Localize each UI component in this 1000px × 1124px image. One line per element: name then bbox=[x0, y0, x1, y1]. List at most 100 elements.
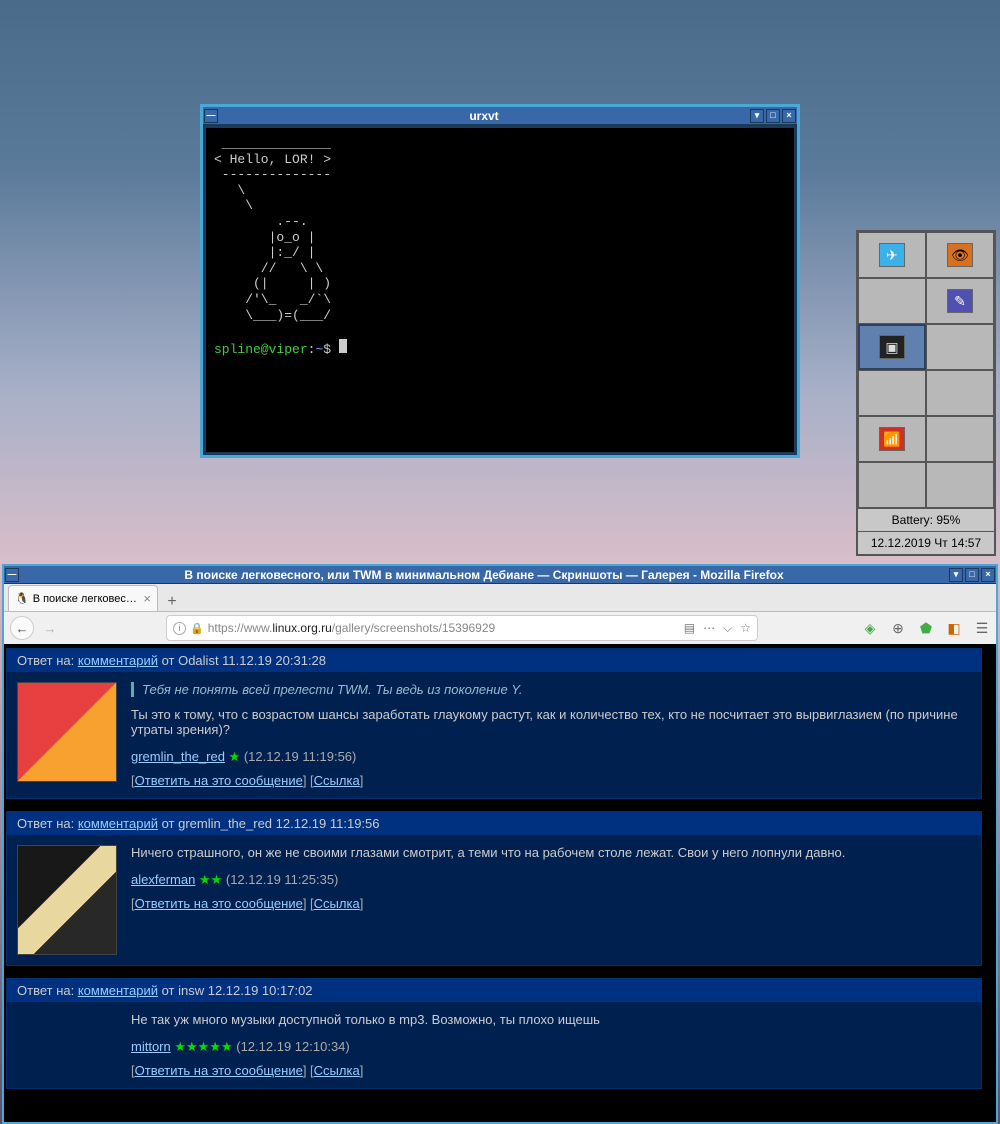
ext-4-icon[interactable]: ◧ bbox=[946, 620, 962, 636]
browser-tab[interactable]: 🐧 В поиске легковесного × bbox=[8, 585, 158, 611]
reply-meta: от gremlin_the_red 12.12.19 11:19:56 bbox=[158, 816, 380, 831]
forum-comment: Ответ на: комментарий от insw 12.12.19 1… bbox=[6, 978, 982, 1089]
tab-strip: 🐧 В поиске легковесного × + bbox=[4, 584, 996, 612]
comment-text: Ничего страшного, он же не своими глазам… bbox=[131, 845, 971, 860]
comment-text: Ты это к тому, что с возрастом шансы зар… bbox=[131, 707, 971, 737]
reply-to-link[interactable]: комментарий bbox=[78, 816, 158, 831]
url-text: https://www.linux.org.ru/gallery/screens… bbox=[208, 621, 680, 635]
pager-cell-1[interactable]: ✈ bbox=[858, 232, 926, 278]
dropdown-icon[interactable]: ▾ bbox=[750, 109, 764, 123]
forward-button[interactable]: → bbox=[38, 616, 62, 640]
prompt-user: spline@viper bbox=[214, 342, 308, 357]
back-button[interactable]: ← bbox=[10, 616, 34, 640]
avatar bbox=[17, 682, 117, 782]
ext-3-icon[interactable]: ⬟ bbox=[918, 620, 934, 636]
comment-header: Ответ на: комментарий от insw 12.12.19 1… bbox=[7, 979, 981, 1002]
pager-cell-7[interactable] bbox=[858, 370, 926, 416]
pager-cell-3[interactable] bbox=[858, 278, 926, 324]
pager-cell-9[interactable]: 📶 bbox=[858, 416, 926, 462]
favicon-icon: 🐧 bbox=[15, 592, 29, 605]
site-info-icon[interactable]: i bbox=[173, 622, 186, 635]
permalink[interactable]: Ссылка bbox=[314, 896, 360, 911]
terminal-window: — urxvt ▾ □ × ______________ < Hello, LO… bbox=[200, 104, 800, 458]
clock: 12.12.2019 Чт 14:57 bbox=[858, 531, 994, 554]
maximize-icon[interactable]: □ bbox=[766, 109, 780, 123]
pager-cell-12[interactable] bbox=[926, 462, 994, 508]
terminal-titlebar[interactable]: — urxvt ▾ □ × bbox=[203, 107, 797, 125]
comment-actions: [Ответить на это сообщение] [Ссылка] bbox=[131, 773, 971, 788]
ext-1-icon[interactable]: ◈ bbox=[862, 620, 878, 636]
terminal-title: urxvt bbox=[219, 109, 749, 123]
telegram-icon: ✈ bbox=[879, 243, 905, 267]
cowsay-bottom: -------------- bbox=[214, 167, 331, 182]
reply-prefix: Ответ на: bbox=[17, 653, 78, 668]
pager-cell-4[interactable]: ✎ bbox=[926, 278, 994, 324]
menu-button[interactable]: ☰ bbox=[974, 620, 990, 636]
reader-icon[interactable]: ▤ bbox=[684, 621, 695, 636]
cowsay-tux: \ \ .--. |o_o | |:_/ | // \ \ (| | ) /'\… bbox=[214, 183, 331, 323]
comment-text: Не так уж много музыки доступной только … bbox=[131, 1012, 971, 1027]
desktop-pager: ✈ 👁 ✎ ▣ 📶 Battery: 95% 12.12.2019 Чт 14:… bbox=[856, 230, 996, 556]
close-icon[interactable]: × bbox=[981, 568, 995, 582]
pocket-icon[interactable]: ⌵ bbox=[723, 621, 732, 636]
ext-2-icon[interactable]: ⊕ bbox=[890, 620, 906, 636]
minimize-icon[interactable]: — bbox=[5, 568, 19, 582]
comment-date: (12.12.19 12:10:34) bbox=[233, 1039, 350, 1054]
cursor-icon bbox=[339, 339, 347, 353]
reply-link[interactable]: Ответить на это сообщение bbox=[135, 1063, 303, 1078]
comment-author-link[interactable]: mittorn bbox=[131, 1039, 171, 1054]
permalink[interactable]: Ссылка bbox=[314, 1063, 360, 1078]
comment-date: (12.12.19 11:19:56) bbox=[240, 749, 356, 764]
permalink[interactable]: Ссылка bbox=[314, 773, 360, 788]
comment-quote: Тебя не понять всей прелести TWM. Ты вед… bbox=[131, 682, 971, 697]
bookmark-icon[interactable]: ☆ bbox=[740, 621, 751, 636]
firefox-title: В поиске легковесного, или TWM в минимал… bbox=[20, 568, 948, 582]
minimize-icon[interactable]: — bbox=[204, 109, 218, 123]
dropdown-icon[interactable]: ▾ bbox=[949, 568, 963, 582]
reply-to-link[interactable]: комментарий bbox=[78, 983, 158, 998]
reply-to-link[interactable]: комментарий bbox=[78, 653, 158, 668]
tab-close-icon[interactable]: × bbox=[143, 591, 151, 606]
terminal-content[interactable]: ______________ < Hello, LOR! > ---------… bbox=[203, 125, 797, 455]
comment-header: Ответ на: комментарий от Odalist 11.12.1… bbox=[7, 649, 981, 672]
pager-cell-6[interactable] bbox=[926, 324, 994, 370]
firefox-titlebar[interactable]: — В поиске легковесного, или TWM в миним… bbox=[4, 566, 996, 584]
reply-prefix: Ответ на: bbox=[17, 983, 78, 998]
new-tab-button[interactable]: + bbox=[158, 593, 186, 611]
comment-date: (12.12.19 11:25:35) bbox=[222, 872, 338, 887]
pager-cell-5-active[interactable]: ▣ bbox=[858, 324, 926, 370]
reply-link[interactable]: Ответить на это сообщение bbox=[135, 896, 303, 911]
user-stars: ★ bbox=[229, 749, 241, 764]
reply-meta: от Odalist 11.12.19 20:31:28 bbox=[158, 653, 326, 668]
close-icon[interactable]: × bbox=[782, 109, 796, 123]
cowsay-msg: < Hello, LOR! > bbox=[214, 152, 331, 167]
editor-icon: ✎ bbox=[947, 289, 973, 313]
pager-cell-8[interactable] bbox=[926, 370, 994, 416]
user-stars: ★★★★★ bbox=[174, 1039, 232, 1054]
forum-comment: Ответ на: комментарий от Odalist 11.12.1… bbox=[6, 648, 982, 799]
comment-author-link[interactable]: alexferman bbox=[131, 872, 195, 887]
comment-author-link[interactable]: gremlin_the_red bbox=[131, 749, 225, 764]
more-icon[interactable]: ⋯ bbox=[703, 621, 715, 636]
comment-header: Ответ на: комментарий от gremlin_the_red… bbox=[7, 812, 981, 835]
wifi-icon: 📶 bbox=[879, 427, 905, 451]
comment-actions: [Ответить на это сообщение] [Ссылка] bbox=[131, 896, 971, 911]
pager-cell-10[interactable] bbox=[926, 416, 994, 462]
address-bar[interactable]: i 🔒 https://www.linux.org.ru/gallery/scr… bbox=[166, 615, 758, 641]
nav-toolbar: ← → i 🔒 https://www.linux.org.ru/gallery… bbox=[4, 612, 996, 644]
maximize-icon[interactable]: □ bbox=[965, 568, 979, 582]
pager-cell-11[interactable] bbox=[858, 462, 926, 508]
cowsay-top: ______________ bbox=[214, 136, 331, 151]
tab-label: В поиске легковесного bbox=[33, 593, 140, 605]
prompt-char: $ bbox=[323, 342, 331, 357]
reply-link[interactable]: Ответить на это сообщение bbox=[135, 773, 303, 788]
pager-cell-2[interactable]: 👁 bbox=[926, 232, 994, 278]
avatar bbox=[17, 845, 117, 955]
forum-comment: Ответ на: комментарий от gremlin_the_red… bbox=[6, 811, 982, 966]
comment-actions: [Ответить на это сообщение] [Ссылка] bbox=[131, 1063, 971, 1078]
reply-prefix: Ответ на: bbox=[17, 816, 78, 831]
battery-status: Battery: 95% bbox=[858, 508, 994, 531]
eye-icon: 👁 bbox=[947, 243, 973, 267]
user-stars: ★★ bbox=[199, 872, 222, 887]
page-content[interactable]: Ответ на: комментарий от Odalist 11.12.1… bbox=[4, 644, 996, 1122]
